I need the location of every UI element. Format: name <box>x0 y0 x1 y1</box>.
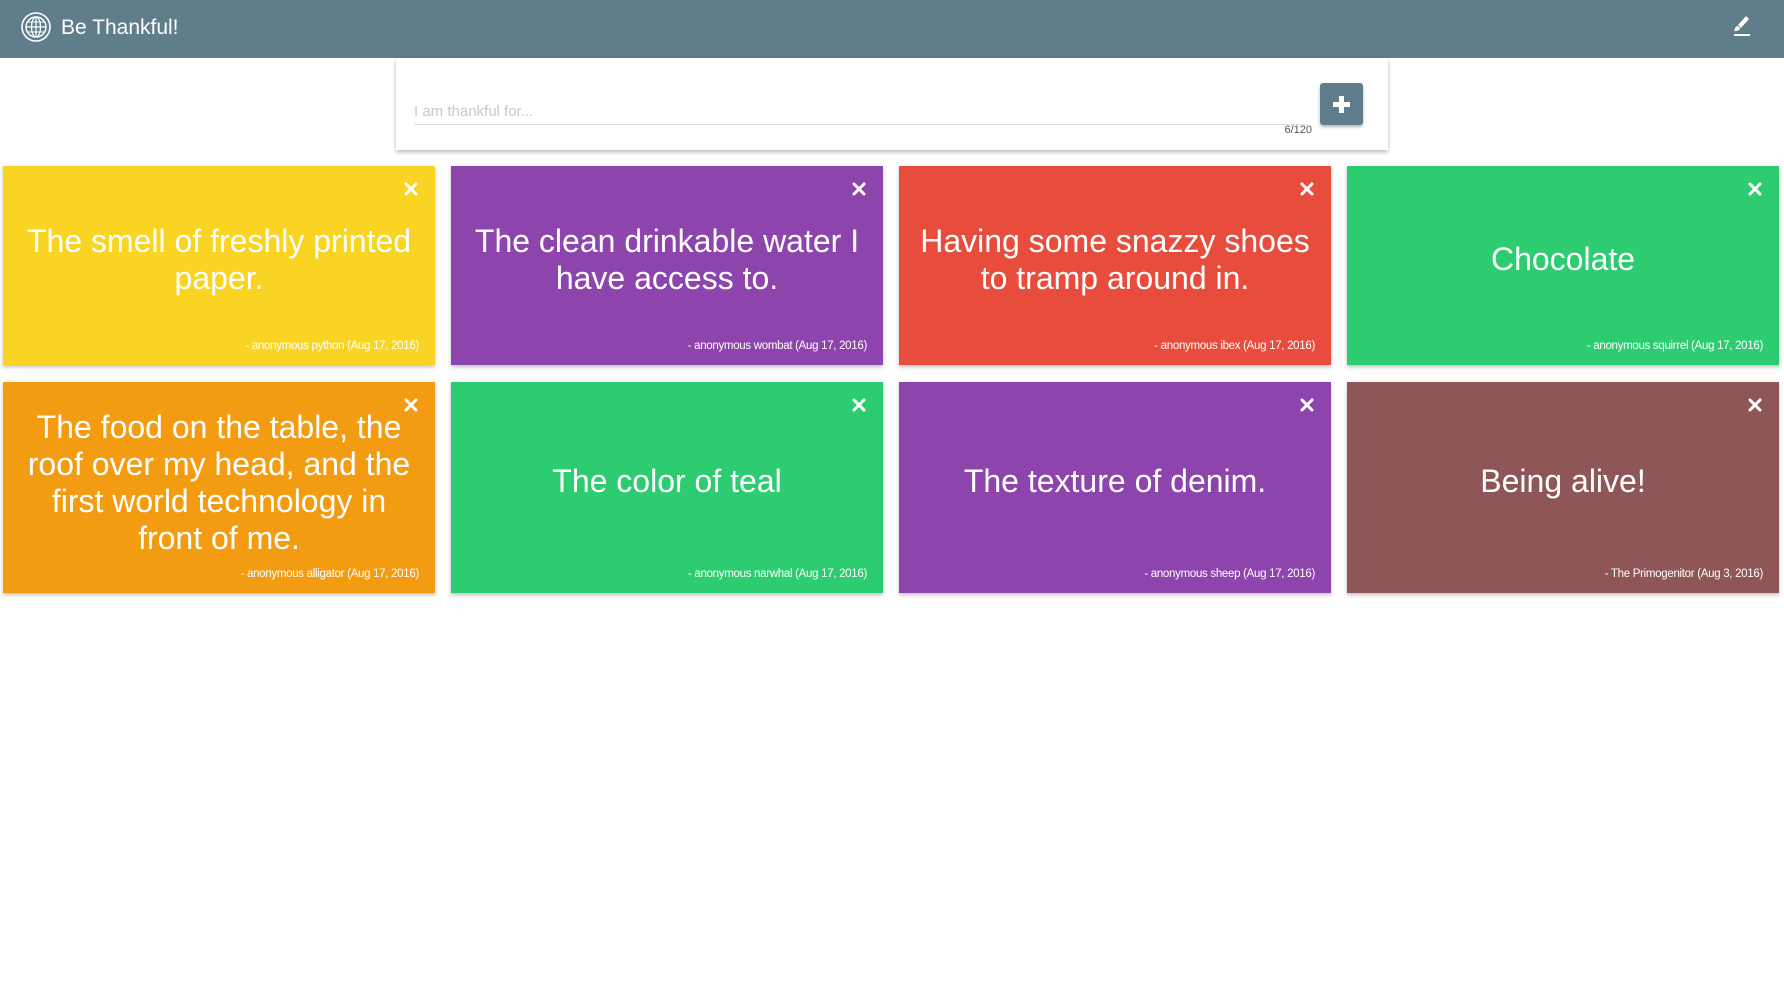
card-message: Having some snazzy shoes to tramp around… <box>920 222 1310 296</box>
card-message: The food on the table, the roof over my … <box>27 408 411 556</box>
card-author: - anonymous sheep (Aug 17, 2016) <box>1144 568 1315 580</box>
card-author: - anonymous python (Aug 17, 2016) <box>245 340 419 352</box>
close-icon[interactable] <box>852 182 866 196</box>
gratitude-card: The color of teal - anonymous narwhal (A… <box>451 382 883 593</box>
close-icon[interactable] <box>404 182 418 196</box>
card-message: Chocolate <box>1490 241 1636 277</box>
gratitude-card: Chocolate - anonymous squirrel (Aug 17, … <box>1347 166 1779 365</box>
gratitude-card: The food on the table, the roof over my … <box>3 382 435 593</box>
gratitude-card: Being alive! - The Primogenitor (Aug 3, … <box>1347 382 1779 593</box>
gratitude-card: The clean drinkable water I have access … <box>451 166 883 365</box>
gratitude-card: The smell of freshly printed paper. - an… <box>3 166 435 365</box>
entry-form: 6/120 <box>396 58 1388 150</box>
add-button[interactable] <box>1320 83 1363 125</box>
close-icon[interactable] <box>1748 182 1762 196</box>
app-title: Be Thankful! <box>61 16 179 39</box>
card-author: - anonymous squirrel (Aug 17, 2016) <box>1586 340 1763 352</box>
plus-icon <box>1333 96 1350 113</box>
close-icon[interactable] <box>852 398 866 412</box>
card-author: - anonymous ibex (Aug 17, 2016) <box>1154 340 1315 352</box>
card-author: - anonymous wombat (Aug 17, 2016) <box>687 340 868 352</box>
card-author: - anonymous alligator (Aug 17, 2016) <box>240 568 420 580</box>
globe-icon[interactable] <box>21 12 51 42</box>
close-icon[interactable] <box>1300 182 1314 196</box>
card-message: The color of teal <box>552 463 782 499</box>
card-author: - The Primogenitor (Aug 3, 2016) <box>1604 568 1764 580</box>
card-message: The clean drinkable water I have access … <box>474 222 860 296</box>
app-bar: Be Thankful! <box>0 0 1784 58</box>
character-counter: 6/120 <box>1284 124 1312 136</box>
paint-brush-icon[interactable] <box>1730 14 1754 38</box>
card-message: The smell of freshly printed paper. <box>26 222 412 296</box>
close-icon[interactable] <box>404 398 418 412</box>
card-author: - anonymous narwhal (Aug 17, 2016) <box>687 568 867 580</box>
gratitude-card: The texture of denim. - anonymous sheep … <box>899 382 1331 593</box>
close-icon[interactable] <box>1748 398 1762 412</box>
card-message: Being alive! <box>1480 463 1646 499</box>
card-message: The texture of denim. <box>963 463 1267 499</box>
close-icon[interactable] <box>1300 398 1314 412</box>
gratitude-card: Having some snazzy shoes to tramp around… <box>899 166 1331 365</box>
thankful-input[interactable] <box>414 98 1308 125</box>
